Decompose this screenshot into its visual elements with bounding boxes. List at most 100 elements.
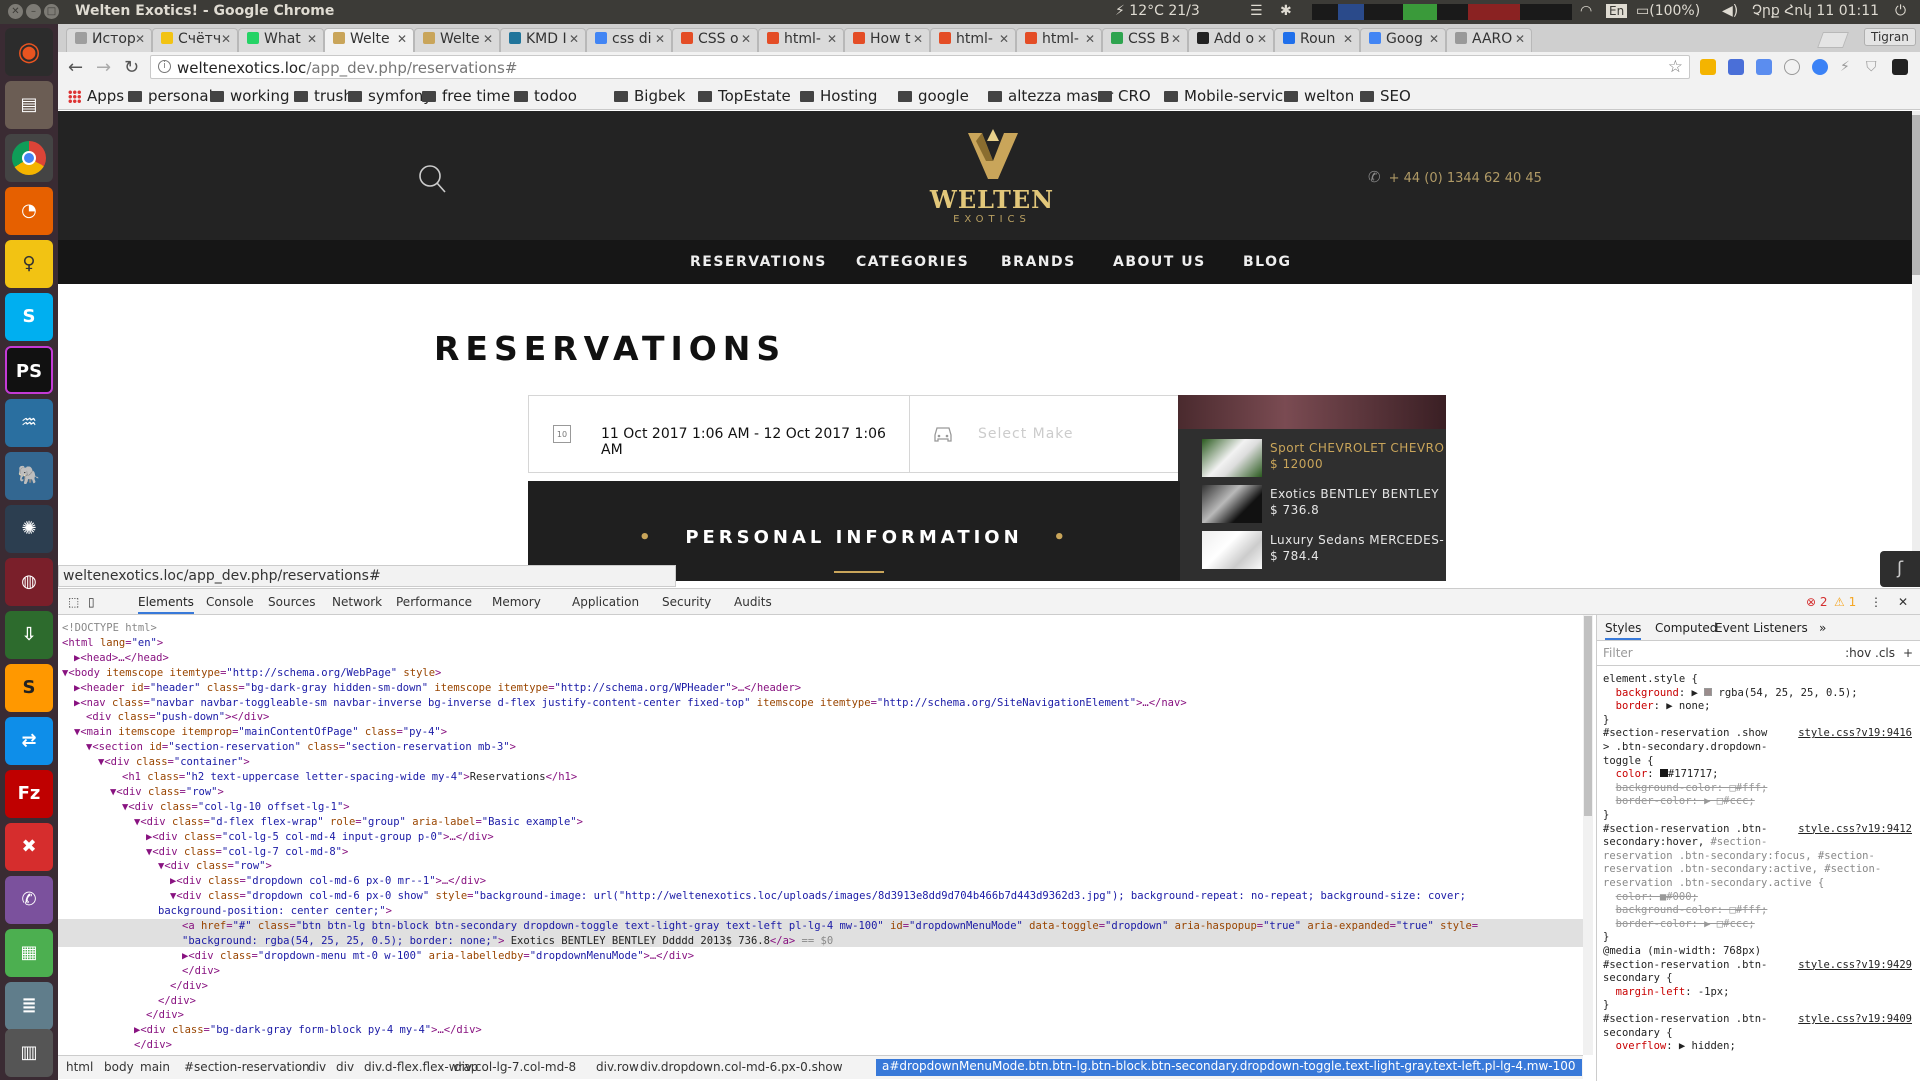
- tab-close-icon[interactable]: ✕: [483, 32, 493, 46]
- browser-tab[interactable]: Welte ✕: [414, 28, 500, 52]
- bookmark-folder[interactable]: Mobile-service: [1164, 87, 1292, 105]
- style-rule-line[interactable]: background-color: □#fff;: [1603, 782, 1768, 795]
- warning-count[interactable]: ⚠ 1: [1834, 595, 1856, 609]
- browser-tab[interactable]: Истор ✕: [66, 28, 152, 52]
- style-rule-line[interactable]: element.style {: [1603, 673, 1698, 686]
- breadcrumb-item[interactable]: div: [336, 1060, 354, 1074]
- dom-node-line[interactable]: <html lang="en">: [62, 636, 163, 650]
- devtools-menu-icon[interactable]: ⋮: [1870, 595, 1882, 609]
- bookmark-folder[interactable]: trush: [294, 87, 353, 105]
- phone-number[interactable]: ✆ + 44 (0) 1344 62 40 45: [1368, 168, 1542, 186]
- devtools-tab-audits[interactable]: Audits: [734, 595, 772, 609]
- tab-close-icon[interactable]: ✕: [1171, 32, 1181, 46]
- nav-brands[interactable]: BRANDS: [1001, 254, 1076, 270]
- notes-icon[interactable]: ☰: [1250, 3, 1263, 19]
- browser-tab[interactable]: How t ✕: [844, 28, 930, 52]
- devtools-tab-elements[interactable]: Elements: [138, 595, 194, 614]
- styles-filter-input[interactable]: Filter:hov .cls +: [1597, 642, 1920, 666]
- dom-node-line[interactable]: ▼<div class="col-lg-7 col-md-8">: [146, 845, 348, 859]
- viber-icon[interactable]: ✆: [5, 876, 53, 924]
- browser-tab[interactable]: AARO ✕: [1446, 28, 1532, 52]
- x-app-icon[interactable]: ✖: [5, 823, 53, 871]
- devtools-tab-application[interactable]: Application: [572, 595, 639, 609]
- dom-node-line[interactable]: <a href="#" class="btn btn-lg btn-block …: [182, 919, 1478, 933]
- dom-node-line[interactable]: </div>: [170, 979, 208, 993]
- dropdown-toggle-button[interactable]: [1178, 395, 1446, 429]
- dom-node-line[interactable]: <h1 class="h2 text-uppercase letter-spac…: [122, 770, 577, 784]
- tab-close-icon[interactable]: ✕: [1515, 32, 1525, 46]
- keyboard-layout[interactable]: En: [1606, 4, 1628, 18]
- breadcrumb-item[interactable]: div.dropdown.col-md-6.px-0.show: [640, 1060, 843, 1074]
- site-logo[interactable]: WELTEN EXOTICS: [922, 127, 1062, 227]
- tab-close-icon[interactable]: ✕: [655, 32, 665, 46]
- settings-gear-icon[interactable]: ✱: [1280, 3, 1292, 19]
- forward-arrow-icon[interactable]: →: [96, 57, 111, 78]
- back-arrow-icon[interactable]: ←: [68, 57, 83, 78]
- model-dropdown-menu[interactable]: Sport CHEVROLET CHEVRO $ 12000 Exotics BEN…: [1178, 395, 1446, 581]
- breadcrumb-item[interactable]: html: [66, 1060, 93, 1074]
- styles-tab-styles[interactable]: Styles: [1605, 621, 1642, 640]
- bookmark-folder[interactable]: free time: [422, 87, 510, 105]
- style-rule-line[interactable]: reservation .btn-secondary:focus, #secti…: [1603, 850, 1875, 863]
- bookmark-folder[interactable]: altezza maser: [988, 87, 1113, 105]
- tab-close-icon[interactable]: ✕: [1085, 32, 1095, 46]
- select-make-dropdown[interactable]: Select Make: [910, 395, 1180, 473]
- browser-tab[interactable]: css di ✕: [586, 28, 672, 52]
- tab-close-icon[interactable]: ✕: [307, 32, 317, 46]
- bookmark-folder[interactable]: TopEstate: [698, 87, 791, 105]
- power-icon[interactable]: ⏻: [1895, 3, 1906, 19]
- dom-node-line[interactable]: ▶<div class="bg-dark-gray form-block py-…: [134, 1023, 482, 1037]
- style-rule-line[interactable]: #section-reservation .btn-: [1603, 1013, 1767, 1026]
- tab-close-icon[interactable]: ✕: [1257, 32, 1267, 46]
- style-rule-line[interactable]: reservation .btn-secondary:active, #sect…: [1603, 863, 1881, 876]
- style-rule-line[interactable]: border-color: ▶ □#ccc;: [1603, 795, 1755, 808]
- elements-tree[interactable]: <!DOCTYPE html> <html lang="en"> ▶<head>…<…: [58, 615, 1583, 1055]
- tab-close-icon[interactable]: ✕: [135, 32, 145, 46]
- files-icon[interactable]: ▤: [5, 81, 53, 129]
- style-source-link[interactable]: style.css?v19:9412: [1798, 823, 1912, 835]
- dom-node-line[interactable]: ▶<div class="col-lg-5 col-md-4 input-gro…: [146, 830, 494, 844]
- dom-node-line[interactable]: ▶<nav class="navbar navbar-toggleable-sm…: [74, 696, 1187, 710]
- style-rule-line[interactable]: reservation .btn-secondary.active {: [1603, 877, 1824, 890]
- tab-close-icon[interactable]: ✕: [397, 32, 407, 46]
- tab-close-icon[interactable]: ✕: [1343, 32, 1353, 46]
- browser-tab[interactable]: Roun ✕: [1274, 28, 1360, 52]
- style-rule-line[interactable]: #section-reservation .btn-: [1603, 959, 1767, 972]
- bookmark-apps[interactable]: Apps: [68, 87, 124, 105]
- breadcrumb-item[interactable]: div.row: [596, 1060, 639, 1074]
- spreadsheet-icon[interactable]: ▦: [5, 929, 53, 977]
- dom-node-line[interactable]: <!DOCTYPE html>: [62, 621, 157, 635]
- dom-node-line[interactable]: ▼<div class="row">: [158, 859, 272, 873]
- devtools-tab-security[interactable]: Security: [662, 595, 711, 609]
- filezilla-icon[interactable]: Fz: [5, 770, 53, 818]
- nav-categories[interactable]: CATEGORIES: [856, 254, 969, 270]
- bookmark-folder[interactable]: google: [898, 87, 969, 105]
- search-icon[interactable]: [418, 164, 446, 196]
- breadcrumb-item[interactable]: #section-reservation: [184, 1060, 310, 1074]
- nav-about-us[interactable]: ABOUT US: [1113, 254, 1206, 270]
- stack-icon[interactable]: ▥: [5, 1029, 53, 1077]
- browser-tab[interactable]: html- ✕: [1016, 28, 1102, 52]
- tab-close-icon[interactable]: ✕: [999, 32, 1009, 46]
- more-tabs-chevron-icon[interactable]: »: [1819, 621, 1826, 635]
- dom-node-line[interactable]: ▼<main itemscope itemprop="mainContentOf…: [74, 725, 447, 739]
- style-rule-line[interactable]: }: [1603, 931, 1609, 944]
- style-source-link[interactable]: style.css?v19:9429: [1798, 959, 1912, 971]
- dom-node-line[interactable]: </div>: [146, 1008, 184, 1022]
- profile-button[interactable]: Tigran: [1864, 28, 1916, 46]
- browser-tab[interactable]: CSS o ✕: [672, 28, 758, 52]
- browser-tab[interactable]: CSS B ✕: [1102, 28, 1188, 52]
- inspect-element-icon[interactable]: ⬚: [68, 595, 79, 609]
- style-rule-line[interactable]: color: #171717;: [1603, 768, 1719, 781]
- firefox-icon[interactable]: ◔: [5, 187, 53, 235]
- dropdown-item[interactable]: Exotics BENTLEY BENTLEY $ 736.8: [1202, 483, 1446, 523]
- extension-icon-1[interactable]: [1700, 59, 1716, 75]
- dom-node-line[interactable]: ▼<div class="col-lg-10 offset-lg-1">: [122, 800, 350, 814]
- mysql-workbench-icon[interactable]: ♒: [5, 399, 53, 447]
- teamviewer-icon[interactable]: ⇄: [5, 717, 53, 765]
- phpstorm-icon[interactable]: PS: [5, 346, 53, 394]
- browser-tab[interactable]: KMD I ✕: [500, 28, 586, 52]
- bulb-icon[interactable]: ♀: [5, 240, 53, 288]
- style-rule-line[interactable]: }: [1603, 809, 1609, 822]
- style-rule-line[interactable]: }: [1603, 714, 1609, 727]
